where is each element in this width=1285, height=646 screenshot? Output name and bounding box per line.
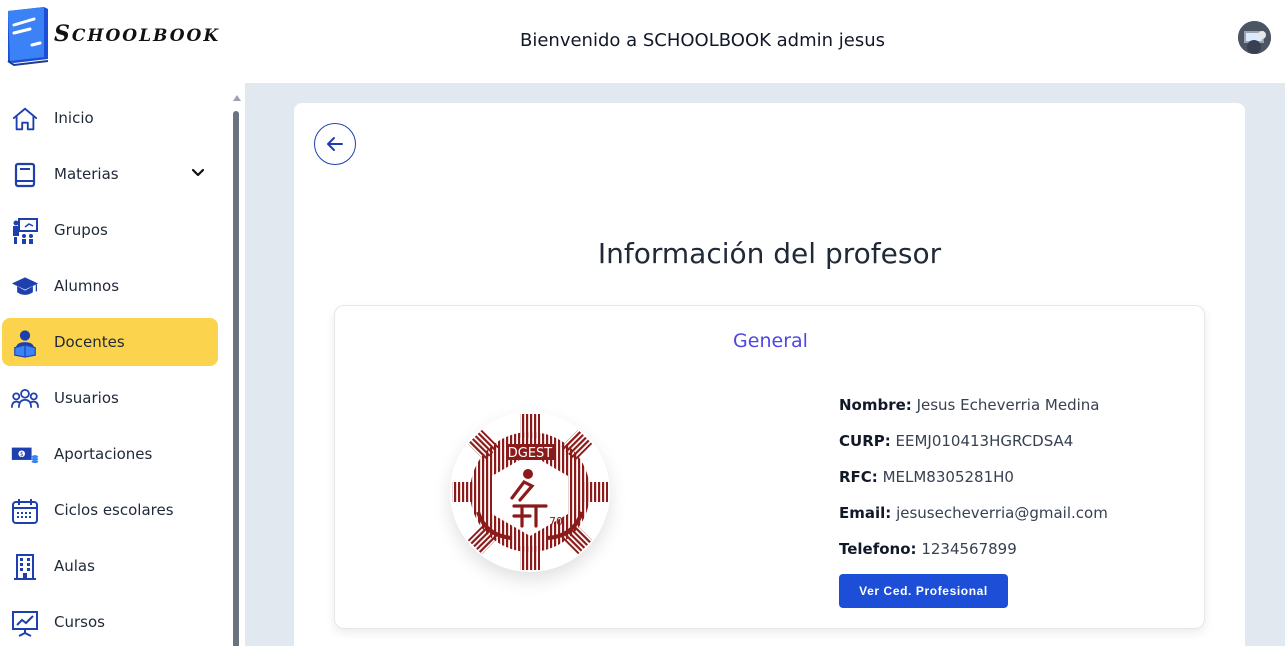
- building-icon: [11, 553, 39, 581]
- sidebar-item-cursos[interactable]: Cursos: [2, 598, 218, 646]
- sidebar-item-label: Docentes: [54, 333, 125, 351]
- top-header: SCHOOLBOOK Bienvenido a SCHOOLBOOK admin…: [0, 0, 1285, 83]
- sidebar-item-aportaciones[interactable]: $ Aportaciones: [2, 430, 218, 478]
- sidebar-item-label: Usuarios: [54, 389, 119, 407]
- welcome-message: Bienvenido a SCHOOLBOOK admin jesus: [519, 30, 886, 51]
- chart-board-icon: [11, 609, 39, 637]
- sidebar-item-label: Aulas: [54, 557, 95, 575]
- sidebar-item-label: Ciclos escolares: [54, 501, 174, 519]
- sidebar-item-grupos[interactable]: Grupos: [2, 206, 218, 254]
- section-title: General: [733, 330, 808, 352]
- page-title: Información del profesor: [597, 237, 942, 270]
- users-icon: [11, 385, 39, 413]
- calendar-icon: [11, 497, 39, 525]
- back-button[interactable]: [314, 123, 356, 165]
- sidebar-item-label: Materias: [54, 165, 119, 183]
- field-nombre: Nombre: Jesus Echeverria Medina: [839, 396, 1100, 414]
- teacher-photo: DGEST 70: [450, 412, 610, 572]
- sidebar-scrollbar[interactable]: [232, 95, 241, 646]
- sidebar-item-label: Aportaciones: [54, 445, 153, 463]
- field-rfc: RFC: MELM8305281H0: [839, 468, 1014, 486]
- chevron-down-icon[interactable]: [190, 165, 206, 181]
- scroll-thumb[interactable]: [233, 111, 239, 646]
- group-icon: [11, 217, 39, 245]
- sidebar-item-label: Inicio: [54, 109, 94, 127]
- field-curp: CURP: EEMJ010413HGRCDSA4: [839, 432, 1074, 450]
- svg-text:70: 70: [549, 515, 563, 528]
- teacher-info-card: General DGEST 70 Nombre: Jesus Echeverri…: [334, 305, 1205, 629]
- sidebar-item-inicio[interactable]: Inicio: [2, 94, 218, 142]
- home-icon: [11, 105, 39, 133]
- main-content-card: Información del profesor General DGEST 7…: [294, 103, 1245, 646]
- sidebar: Inicio Materias Grupos Alumnos Docentes …: [0, 83, 245, 646]
- arrow-left-icon: [327, 137, 343, 151]
- sidebar-item-label: Cursos: [54, 613, 105, 631]
- sidebar-item-alumnos[interactable]: Alumnos: [2, 262, 218, 310]
- sidebar-item-usuarios[interactable]: Usuarios: [2, 374, 218, 422]
- sidebar-item-label: Alumnos: [54, 277, 120, 295]
- sidebar-item-ciclos-escolares[interactable]: Ciclos escolares: [2, 486, 218, 534]
- graduation-cap-icon: [11, 273, 39, 301]
- book-icon: [11, 161, 39, 189]
- scroll-up-arrow-icon[interactable]: [233, 95, 241, 101]
- sidebar-item-label: Grupos: [54, 221, 108, 239]
- svg-text:DGEST: DGEST: [508, 446, 553, 461]
- sidebar-item-docentes[interactable]: Docentes: [2, 318, 218, 366]
- svg-text:$: $: [20, 452, 24, 458]
- ver-cedula-button[interactable]: Ver Ced. Profesional: [839, 574, 1008, 608]
- sidebar-item-materias[interactable]: Materias: [2, 150, 218, 198]
- sidebar-item-aulas[interactable]: Aulas: [2, 542, 218, 590]
- money-icon: $: [11, 441, 39, 469]
- user-avatar[interactable]: [1238, 21, 1271, 54]
- teacher-icon: [11, 329, 39, 358]
- field-email: Email: jesusecheverria@gmail.com: [839, 504, 1108, 522]
- field-telefono: Telefono: 1234567899: [839, 540, 1017, 558]
- dgest-logo: DGEST 70: [452, 414, 608, 570]
